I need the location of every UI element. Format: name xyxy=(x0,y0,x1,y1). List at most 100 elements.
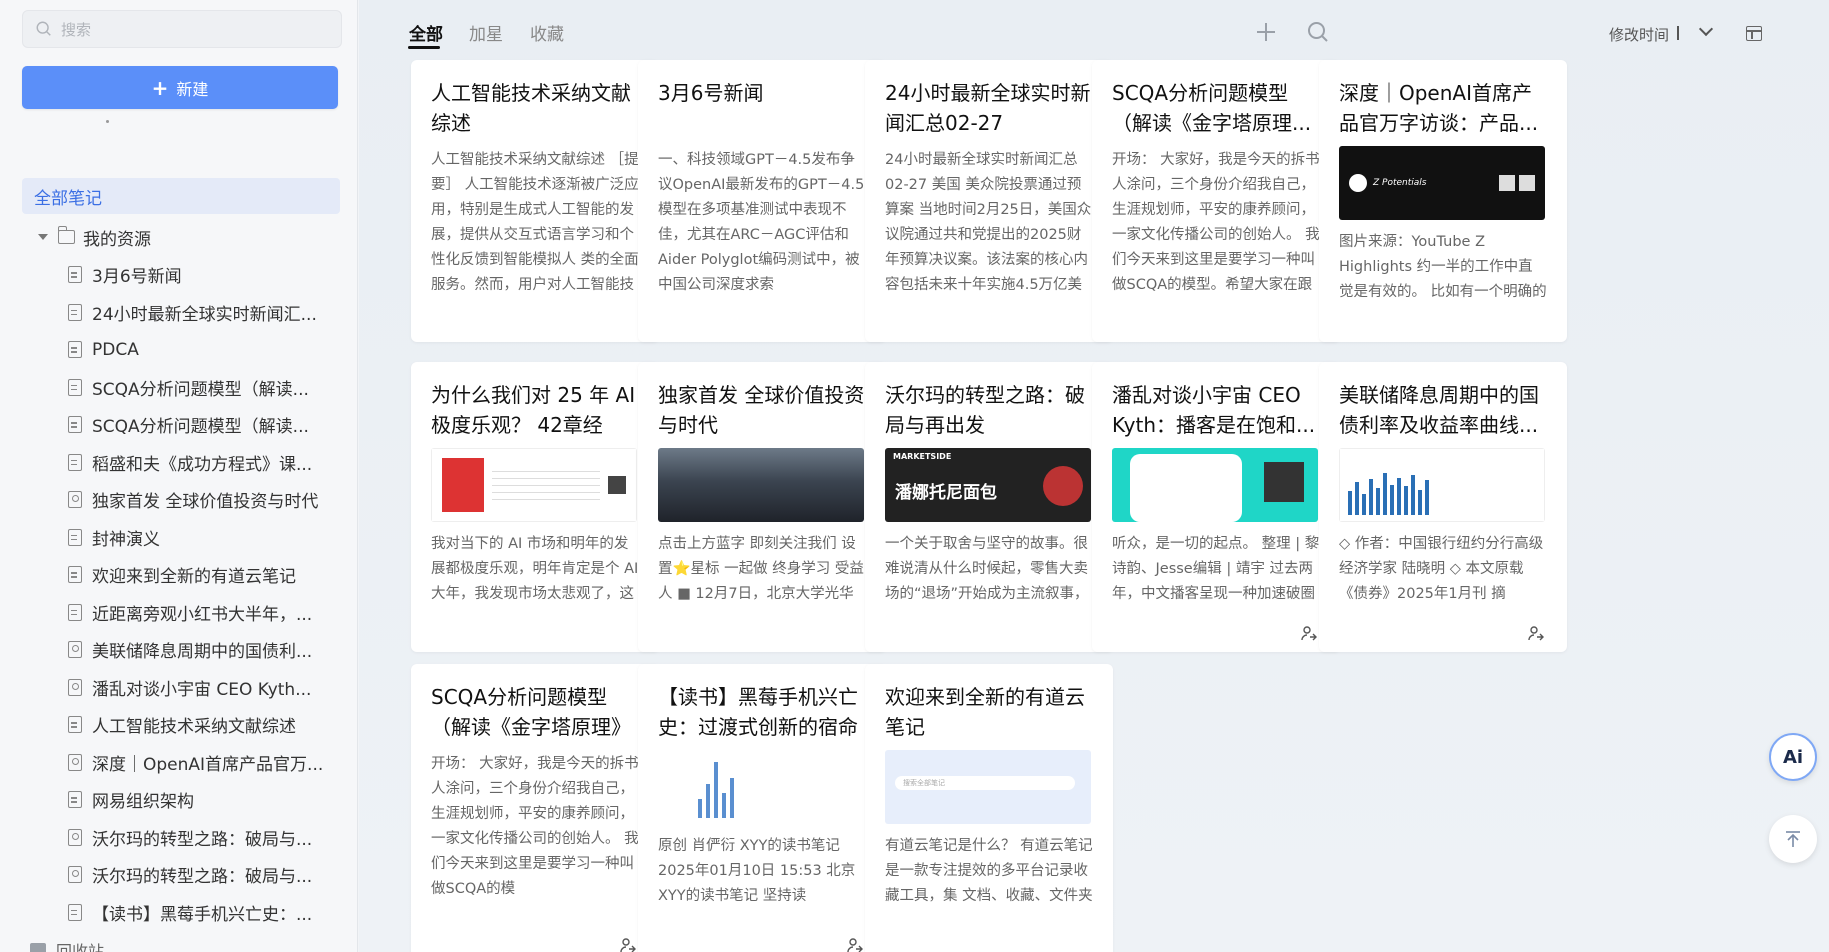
note-title: 【读书】黑莓手机兴亡史：... xyxy=(92,904,313,925)
top-toolbar: 全部 加星 收藏 修改时间 xyxy=(359,0,1829,60)
shared-icon xyxy=(847,938,863,952)
folder-label: 我的资源 xyxy=(83,229,151,250)
note-card-preview: 点击上方蓝字 即刻关注我们 设置⭐星标 一起做 终身学习 受益人 ■ 12月7日… xyxy=(658,536,864,602)
note-card[interactable]: 欢迎来到全新的有道云笔记 搜索全部笔记 有道云笔记是什么？ 有道云笔记是一款专注提效… xyxy=(865,664,1113,952)
new-button[interactable]: + 新建 xyxy=(22,66,338,109)
note-title: 沃尔玛的转型之路：破局与... xyxy=(92,829,313,850)
document-icon xyxy=(68,341,82,359)
link-note-icon xyxy=(68,678,82,696)
folder-icon xyxy=(58,226,75,244)
plus-icon: + xyxy=(151,75,169,100)
main-content: 全部 加星 收藏 修改时间 人工智能技术采纳文献综述 人工智能技术采纳文献综述 ［… xyxy=(359,0,1829,952)
sidebar-note-item[interactable]: 【读书】黑莓手机兴亡史：... xyxy=(0,894,357,932)
note-card-title: SCQA分析问题模型（解读《金字塔原理》 xyxy=(431,685,631,739)
sidebar-note-item[interactable]: 稻盛和夫《成功方程式》课... xyxy=(0,444,357,482)
note-card[interactable]: 24小时最新全球实时新闻汇总02-27 24小时最新全球实时新闻汇总02-27 美… xyxy=(865,60,1113,342)
document-icon xyxy=(68,791,82,809)
tab-collected[interactable]: 收藏 xyxy=(530,20,564,45)
document-icon xyxy=(68,303,82,321)
shared-icon xyxy=(1301,626,1317,641)
link-note-icon xyxy=(68,753,82,771)
tab-all[interactable]: 全部 xyxy=(409,20,443,45)
trash-icon xyxy=(30,943,46,952)
note-card[interactable]: 美联储降息周期中的国债利率及收益率曲线... ◇ 作者：中国银行纽约分行高级经济学… xyxy=(1319,362,1567,652)
note-card-title: 24小时最新全球实时新闻汇总02-27 xyxy=(885,81,1091,135)
sidebar-item-trash[interactable]: 回收站 xyxy=(30,938,104,952)
note-card[interactable]: 深度｜OpenAI首席产品官万字访谈：产品... Z Potentials 图片来源… xyxy=(1319,60,1567,342)
note-title: SCQA分析问题模型（解读... xyxy=(92,379,309,400)
note-card-preview: 开场： 大家好，我是今天的拆书人涂问，三个身份介绍我自己，生涯规划师，平安的康养… xyxy=(431,756,639,897)
sort-order-icon[interactable] xyxy=(1677,26,1679,40)
add-icon[interactable] xyxy=(1254,20,1278,44)
tab-starred[interactable]: 加星 xyxy=(469,20,503,45)
sidebar-note-item[interactable]: SCQA分析问题模型（解读... xyxy=(0,406,357,444)
note-card-title: 美联储降息周期中的国债利率及收益率曲线... xyxy=(1339,383,1539,437)
sidebar: 搜索 + 新建 全部笔记 我的资源 3月6号新闻 24小时最新全球实时新闻汇...… xyxy=(0,0,358,952)
note-card[interactable]: 为什么我们对 25 年 AI 极度乐观？ 42章经 我对当下的 AI 市场和明年的… xyxy=(411,362,659,652)
note-thumbnail: Z Potentials xyxy=(1339,146,1545,220)
sidebar-note-item[interactable]: 人工智能技术采纳文献综述 xyxy=(0,706,357,744)
link-note-icon xyxy=(68,866,82,884)
note-title: SCQA分析问题模型（解读... xyxy=(92,417,309,438)
search-icon[interactable] xyxy=(1306,20,1330,44)
note-title: 封神演义 xyxy=(92,529,160,550)
sidebar-note-item[interactable]: 潘乱对谈小宇宙 CEO Kyth... xyxy=(0,669,357,707)
sidebar-note-item[interactable]: 美联储降息周期中的国债利... xyxy=(0,631,357,669)
sidebar-note-item[interactable]: 欢迎来到全新的有道云笔记 xyxy=(0,556,357,594)
document-icon xyxy=(68,453,82,471)
sidebar-note-item[interactable]: SCQA分析问题模型（解读... xyxy=(0,369,357,407)
back-to-top-button[interactable] xyxy=(1769,815,1817,863)
document-icon xyxy=(68,603,82,621)
document-icon xyxy=(68,416,82,434)
caret-down-icon[interactable] xyxy=(38,234,48,240)
note-card-preview: 图片来源：YouTube Z Highlights 约一半的工作中直觉是有效的。… xyxy=(1339,234,1547,300)
note-title: 3月6号新闻 xyxy=(92,267,182,288)
note-card[interactable]: 潘乱对谈小宇宙 CEO Kyth：播客是在饱和... 听众，是一切的起点。 整理 … xyxy=(1092,362,1340,652)
sidebar-note-item[interactable]: 独家首发 全球价值投资与时代 xyxy=(0,481,357,519)
note-card[interactable]: 沃尔玛的转型之路：破局与再出发 MARKETSIDE 潘娜托尼面包 一个关于取舍与坚守… xyxy=(865,362,1113,652)
sidebar-note-item[interactable]: 沃尔玛的转型之路：破局与... xyxy=(0,856,357,894)
chevron-down-icon[interactable] xyxy=(1698,21,1714,37)
layout-toggle-icon[interactable] xyxy=(1746,26,1762,41)
note-title: 独家首发 全球价值投资与时代 xyxy=(92,492,319,513)
folder-my-resources[interactable]: 我的资源 xyxy=(0,218,357,256)
sidebar-item-all-notes[interactable]: 全部笔记 xyxy=(22,178,340,214)
note-card[interactable]: SCQA分析问题模型（解读《金字塔原理》开场： 大家好，我是今天的拆书人涂问，三… xyxy=(411,664,659,952)
note-thumbnail xyxy=(658,750,864,824)
note-title: 网易组织架构 xyxy=(92,792,194,813)
note-card-title: 3月6号新闻 xyxy=(658,81,764,105)
sidebar-note-item[interactable]: 24小时最新全球实时新闻汇... xyxy=(0,294,357,332)
note-title: 深度｜OpenAI首席产品官万... xyxy=(92,754,324,775)
sidebar-note-item[interactable]: 网易组织架构 xyxy=(0,781,357,819)
note-thumbnail xyxy=(1339,448,1545,522)
note-card[interactable]: 人工智能技术采纳文献综述 人工智能技术采纳文献综述 ［提要］ 人工智能技术逐渐被广… xyxy=(411,60,659,342)
sort-dropdown[interactable]: 修改时间 xyxy=(1609,24,1669,45)
sidebar-note-item[interactable]: 近距离旁观小红书大半年，... xyxy=(0,594,357,632)
note-card[interactable]: 独家首发 全球价值投资与时代 点击上方蓝字 即刻关注我们 设置⭐星标 一起做 终身… xyxy=(638,362,886,652)
sidebar-note-item[interactable]: 深度｜OpenAI首席产品官万... xyxy=(0,744,357,782)
ai-assistant-button[interactable]: Ai xyxy=(1769,733,1817,781)
search-placeholder: 搜索 xyxy=(61,20,92,39)
trash-label: 回收站 xyxy=(56,942,105,952)
note-thumbnail xyxy=(658,448,864,522)
document-icon xyxy=(68,266,82,284)
sidebar-note-item[interactable]: 沃尔玛的转型之路：破局与... xyxy=(0,819,357,857)
note-card[interactable]: 3月6号新闻 一、科技领域GPT－4.5发布争议OpenAI最新发布的GPT－4.… xyxy=(638,60,886,342)
note-card-title: SCQA分析问题模型（解读《金字塔原理... xyxy=(1112,81,1312,135)
note-thumbnail: MARKETSIDE 潘娜托尼面包 xyxy=(885,448,1091,522)
document-icon xyxy=(68,378,82,396)
note-title: 稻盛和夫《成功方程式》课... xyxy=(92,454,313,475)
sidebar-note-item[interactable]: 封神演义 xyxy=(0,519,357,557)
active-tab-indicator xyxy=(408,46,440,49)
note-card-preview: 我对当下的 AI 市场和明年的发展都极度乐观，明年肯定是个 AI 大年，我发现市… xyxy=(431,536,639,602)
note-card[interactable]: 【读书】黑莓手机兴亡史：过渡式创新的宿命 原创 肖俨衍 XYY的读书笔记 2025… xyxy=(638,664,886,952)
note-title: 沃尔玛的转型之路：破局与... xyxy=(92,867,313,888)
sidebar-note-item[interactable]: PDCA xyxy=(0,331,357,369)
note-card-title: 沃尔玛的转型之路：破局与再出发 xyxy=(885,383,1085,437)
note-card-title: 潘乱对谈小宇宙 CEO Kyth：播客是在饱和... xyxy=(1112,383,1316,437)
document-icon xyxy=(68,903,82,921)
search-input[interactable]: 搜索 xyxy=(22,10,342,48)
note-card[interactable]: SCQA分析问题模型（解读《金字塔原理... 开场： 大家好，我是今天的拆书人涂问… xyxy=(1092,60,1340,342)
sidebar-note-item[interactable]: 3月6号新闻 xyxy=(0,256,357,294)
note-card-title: 【读书】黑莓手机兴亡史：过渡式创新的宿命 xyxy=(658,685,858,739)
